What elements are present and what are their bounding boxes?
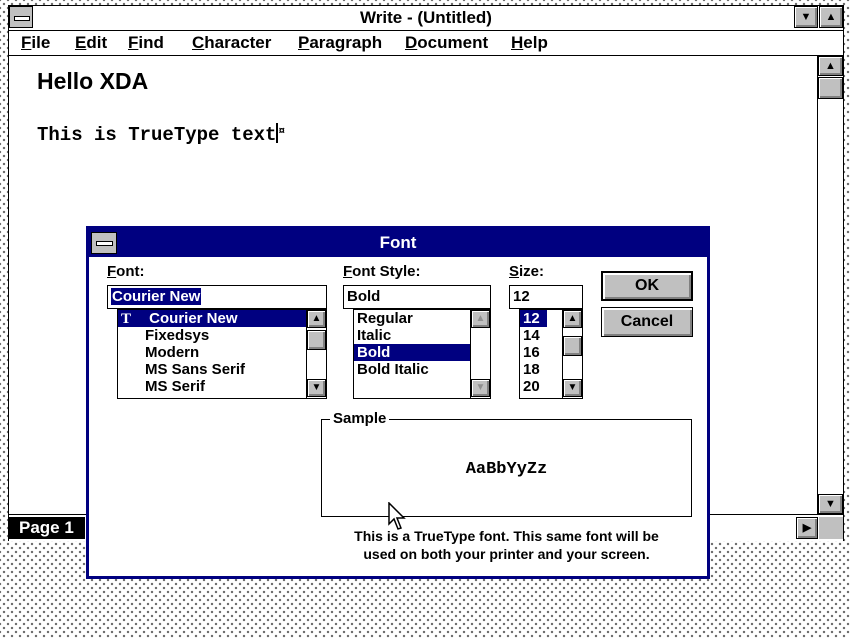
font-list-item[interactable]: T Courier New <box>118 310 307 327</box>
font-style-input[interactable]: Bold <box>343 285 491 309</box>
minimize-button[interactable]: ▼ <box>794 6 818 28</box>
font-style-item[interactable]: Bold <box>354 344 470 361</box>
size-list[interactable]: 12 14 16 18 20 ▲ ▼ <box>519 309 583 399</box>
font-style-up-button: ▲ <box>471 310 490 328</box>
mouse-pointer-icon <box>388 502 406 530</box>
menu-document[interactable]: Document <box>405 31 488 55</box>
size-list-up-button[interactable]: ▲ <box>563 310 582 328</box>
font-style-item[interactable]: Regular <box>354 310 470 327</box>
system-menu-button[interactable] <box>9 6 33 28</box>
font-list-item[interactable]: MS Sans Serif <box>118 361 245 378</box>
sample-box: Sample AaBbYyZz <box>321 410 692 517</box>
size-label: Size: <box>509 263 545 280</box>
ok-button[interactable]: OK <box>601 271 693 301</box>
size-list-item[interactable]: 12 <box>520 310 547 327</box>
font-label: Font: <box>107 263 145 280</box>
size-list-item[interactable]: 16 <box>520 344 540 361</box>
font-style-item[interactable]: Bold Italic <box>354 361 470 378</box>
document-body-text: This is TrueType text <box>37 124 277 146</box>
menu-bar: File Edit Find Character Paragraph Docum… <box>9 31 843 56</box>
font-name-value: Courier New <box>111 288 202 305</box>
font-list-down-button[interactable]: ▼ <box>307 379 326 397</box>
font-list-item[interactable]: Fixedsys <box>118 327 209 344</box>
size-list-item[interactable]: 14 <box>520 327 540 344</box>
paragraph-mark: ¤ <box>278 126 286 138</box>
menu-character[interactable]: Character <box>192 31 271 55</box>
document-body-line: This is TrueType text ¤ <box>37 123 285 146</box>
cancel-button[interactable]: Cancel <box>601 307 693 337</box>
font-list[interactable]: T Courier New Fixedsys Modern MS Sans Se… <box>117 309 327 399</box>
size-corner <box>819 517 843 539</box>
size-list-item[interactable]: 20 <box>520 378 540 395</box>
font-list-thumb[interactable] <box>307 330 326 350</box>
scroll-right-button[interactable]: ▶ <box>796 517 818 539</box>
font-style-item[interactable]: Italic <box>354 327 470 344</box>
window-title: Write - (Untitled) <box>360 8 492 27</box>
vertical-scrollbar[interactable]: ▲ ▼ <box>817 56 843 514</box>
maximize-button[interactable]: ▲ <box>819 6 843 28</box>
font-name-input[interactable]: Courier New <box>107 285 327 309</box>
scroll-up-button[interactable]: ▲ <box>818 56 843 76</box>
sample-legend: Sample <box>330 410 390 427</box>
menu-find[interactable]: Find <box>128 31 164 55</box>
font-list-up-button[interactable]: ▲ <box>307 310 326 328</box>
size-list-thumb[interactable] <box>563 336 582 356</box>
size-list-down-button[interactable]: ▼ <box>563 379 582 397</box>
scroll-thumb[interactable] <box>818 77 843 99</box>
font-style-down-button: ▼ <box>471 379 490 397</box>
font-style-scrollbar: ▲ ▼ <box>470 310 490 398</box>
menu-paragraph[interactable]: Paragraph <box>298 31 382 55</box>
sample-text: AaBbYyZz <box>465 460 548 479</box>
font-style-list[interactable]: Regular Italic Bold Bold Italic ▲ ▼ <box>353 309 491 399</box>
menu-file[interactable]: File <box>21 31 50 55</box>
title-bar[interactable]: Write - (Untitled) ▼ ▲ <box>9 6 843 31</box>
font-list-item[interactable]: Modern <box>118 344 199 361</box>
font-info-text: This is a TrueType font. This same font … <box>321 527 692 563</box>
menu-help[interactable]: Help <box>511 31 548 55</box>
dialog-title: Font <box>379 233 417 252</box>
size-list-item[interactable]: 18 <box>520 361 540 378</box>
font-info-line-1: This is a TrueType font. This same font … <box>354 528 659 544</box>
font-style-label: Font Style: <box>343 263 421 280</box>
document-heading: Hello XDA <box>37 68 149 94</box>
scroll-down-button[interactable]: ▼ <box>818 494 843 514</box>
dialog-title-bar[interactable]: Font <box>89 229 707 257</box>
font-list-scrollbar[interactable]: ▲ ▼ <box>306 310 326 398</box>
size-list-scrollbar[interactable]: ▲ ▼ <box>562 310 582 398</box>
font-list-item[interactable]: MS Serif <box>118 378 205 395</box>
page-indicator: Page 1 <box>9 517 85 539</box>
dialog-system-menu-button[interactable] <box>91 232 117 254</box>
font-info-line-2: used on both your printer and your scree… <box>363 546 650 562</box>
menu-edit[interactable]: Edit <box>75 31 107 55</box>
truetype-icon: T <box>121 311 132 327</box>
size-input[interactable]: 12 <box>509 285 583 309</box>
